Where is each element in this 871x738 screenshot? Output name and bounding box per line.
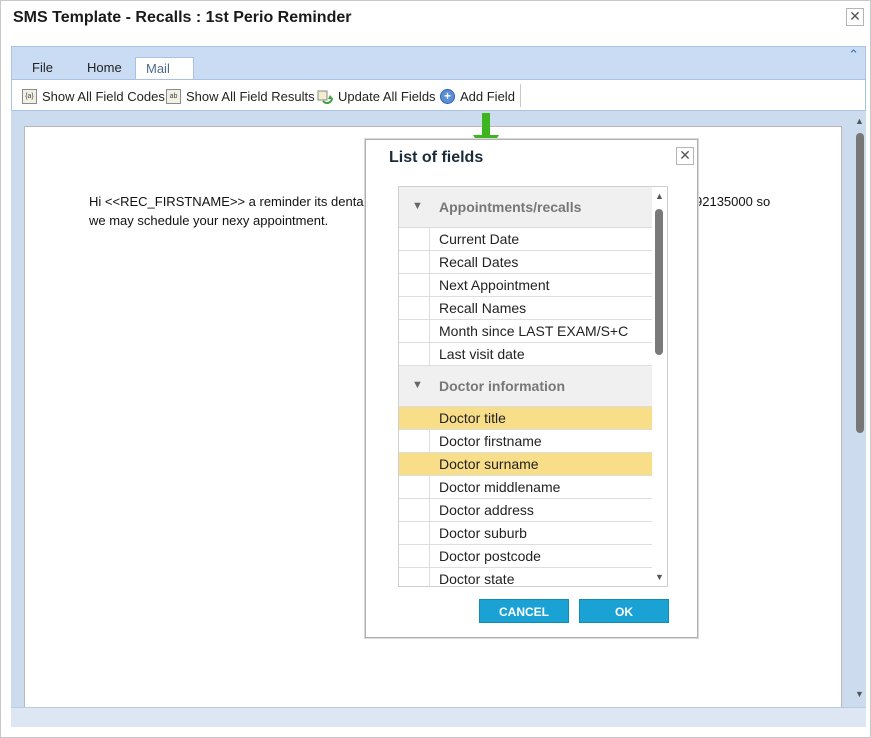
- list-item[interactable]: Doctor middlename: [399, 476, 652, 499]
- update-all-fields-button[interactable]: Update All Fields: [317, 87, 436, 105]
- ribbon-collapse-icon[interactable]: ⌃: [848, 47, 859, 63]
- list-item[interactable]: Next Appointment: [399, 274, 652, 297]
- document-scrollbar[interactable]: ▲ ▼: [854, 111, 866, 707]
- toolbar-separator: [520, 84, 521, 107]
- window-title-bar: SMS Template - Recalls : 1st Perio Remin…: [1, 1, 870, 37]
- list-item[interactable]: Last visit date: [399, 343, 652, 366]
- field-codes-icon: {a}: [22, 88, 37, 104]
- list-scroll-down-icon[interactable]: ▼: [655, 572, 664, 582]
- group-label: Appointments/recalls: [439, 199, 582, 215]
- list-of-fields-dialog: List of fields ✕ ▼ Appointments/recalls …: [365, 139, 698, 638]
- ok-button[interactable]: OK: [579, 599, 669, 623]
- show-all-field-results-button[interactable]: ab Show All Field Results: [166, 87, 315, 105]
- show-all-field-codes-label: Show All Field Codes: [42, 88, 165, 104]
- document-text-tail: 92135000 so: [695, 194, 771, 209]
- collapse-triangle-icon[interactable]: ▼: [412, 200, 423, 212]
- tab-file[interactable]: File: [22, 57, 63, 80]
- list-item-highlighted[interactable]: Doctor title: [399, 407, 652, 430]
- status-bar: [11, 707, 866, 727]
- group-header-appointments[interactable]: ▼ Appointments/recalls: [399, 187, 652, 228]
- fields-list: ▼ Appointments/recalls Current Date Reca…: [398, 186, 668, 587]
- add-field-icon: +: [440, 88, 455, 104]
- update-all-fields-label: Update All Fields: [338, 88, 436, 104]
- tab-mail-merge[interactable]: Mail Merge: [135, 57, 194, 98]
- ribbon: ⌃ File Home Mail Merge {a} Show All Fiel…: [11, 46, 866, 111]
- list-scroll-thumb[interactable]: [655, 209, 663, 355]
- list-item[interactable]: Month since LAST EXAM/S+C: [399, 320, 652, 343]
- add-field-button[interactable]: + Add Field: [440, 87, 515, 105]
- dialog-close-button[interactable]: ✕: [676, 147, 694, 165]
- show-all-field-results-label: Show All Field Results: [186, 88, 315, 104]
- list-item[interactable]: Doctor postcode: [399, 545, 652, 568]
- scroll-down-icon[interactable]: ▼: [855, 689, 864, 699]
- group-label: Doctor information: [439, 378, 565, 394]
- list-item[interactable]: Recall Dates: [399, 251, 652, 274]
- mail-merge-toolbar: {a} Show All Field Codes ab Show All Fie…: [12, 79, 865, 110]
- group-header-doctor[interactable]: ▼ Doctor information: [399, 366, 652, 407]
- list-item[interactable]: Doctor state: [399, 568, 652, 586]
- update-fields-icon: [317, 89, 333, 104]
- cancel-button[interactable]: CANCEL: [479, 599, 569, 623]
- window-title: SMS Template - Recalls : 1st Perio Remin…: [13, 9, 352, 26]
- list-scroll-up-icon[interactable]: ▲: [655, 191, 664, 201]
- tab-home[interactable]: Home: [77, 57, 132, 80]
- list-item[interactable]: Current Date: [399, 228, 652, 251]
- list-item[interactable]: Doctor address: [399, 499, 652, 522]
- fields-list-scrollbar[interactable]: ▲ ▼: [652, 187, 667, 586]
- list-item[interactable]: Doctor suburb: [399, 522, 652, 545]
- dialog-title: List of fields: [389, 149, 484, 166]
- show-all-field-codes-button[interactable]: {a} Show All Field Codes: [22, 87, 165, 105]
- add-field-label: Add Field: [460, 88, 515, 104]
- window-close-button[interactable]: ✕: [846, 8, 864, 26]
- scroll-up-icon[interactable]: ▲: [855, 116, 864, 126]
- field-results-icon: ab: [166, 88, 181, 104]
- collapse-triangle-icon[interactable]: ▼: [412, 379, 423, 391]
- list-item[interactable]: Doctor firstname: [399, 430, 652, 453]
- list-item-highlighted[interactable]: Doctor surname: [399, 453, 652, 476]
- document-scroll-thumb[interactable]: [856, 133, 864, 433]
- list-item[interactable]: Recall Names: [399, 297, 652, 320]
- sms-template-window: SMS Template - Recalls : 1st Perio Remin…: [0, 0, 871, 738]
